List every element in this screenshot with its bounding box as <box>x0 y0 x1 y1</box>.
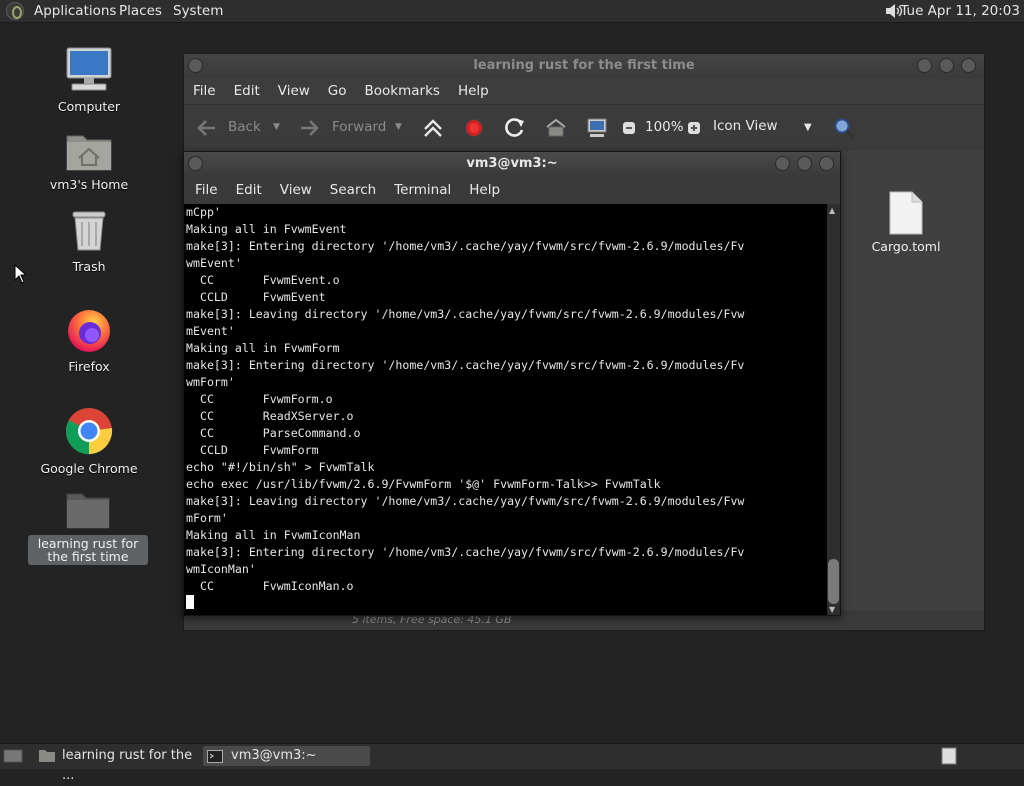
task-label: learning rust for the ... <box>62 748 193 783</box>
file-item[interactable]: Cargo.toml <box>861 191 951 254</box>
desktop-icon-computer[interactable]: Computer <box>29 46 149 114</box>
window-menu-button[interactable] <box>188 58 203 73</box>
stop-icon[interactable] <box>464 118 484 138</box>
desktop-icon-home[interactable]: vm3's Home <box>29 128 149 192</box>
minimize-button[interactable] <box>775 156 790 171</box>
window-title[interactable]: vm3@vm3:~ <box>184 152 840 176</box>
menu-view[interactable]: View <box>269 78 319 104</box>
menu-view[interactable]: View <box>271 176 321 204</box>
desktop-icon-rust-folder[interactable]: learning rust for the first time <box>28 490 148 565</box>
window-title[interactable]: learning rust for the first time <box>184 54 984 78</box>
menu-system[interactable]: System <box>173 0 223 22</box>
zoom-in-icon[interactable] <box>687 121 701 135</box>
trash-applet-icon[interactable] <box>940 747 958 765</box>
desktop-icon-label: Firefox <box>68 359 110 374</box>
panel-clock[interactable]: Tue Apr 11, 20:03 <box>900 0 1020 22</box>
menu-help[interactable]: Help <box>460 176 509 204</box>
taskbar-item-terminal[interactable]: vm3@vm3:~ <box>203 746 370 766</box>
desktop-icon-label: vm3's Home <box>49 177 129 192</box>
forward-history-dropdown[interactable]: ▼ <box>395 122 402 132</box>
folder-icon <box>39 750 55 762</box>
menu-terminal[interactable]: Terminal <box>385 176 460 204</box>
search-icon[interactable] <box>833 117 855 139</box>
mouse-pointer-icon <box>14 264 26 284</box>
menu-go[interactable]: Go <box>319 78 356 104</box>
home-icon[interactable] <box>545 118 567 138</box>
desktop-icon-trash[interactable]: Trash <box>29 208 149 274</box>
reload-icon[interactable] <box>504 117 526 139</box>
terminal-cursor <box>186 595 194 609</box>
menu-search[interactable]: Search <box>321 176 385 204</box>
terminal-icon <box>207 750 223 763</box>
menu-file[interactable]: File <box>184 78 225 104</box>
terminal-window: vm3@vm3:~ File Edit View Search Terminal Help… <box>183 151 841 616</box>
toolbar: Back ▼ Forward ▼ 100% Icon View ▼ <box>184 104 984 151</box>
menu-places[interactable]: Places <box>119 0 162 22</box>
desktop-icon-label: Google Chrome <box>40 461 138 476</box>
back-history-dropdown[interactable]: ▼ <box>273 122 280 132</box>
forward-button[interactable]: Forward <box>332 119 386 135</box>
maximize-button[interactable] <box>797 156 812 171</box>
up-arrow-icon[interactable] <box>422 118 444 138</box>
close-button[interactable] <box>819 156 834 171</box>
task-label: vm3@vm3:~ <box>231 748 317 763</box>
back-button[interactable]: Back <box>228 119 261 135</box>
view-mode-select[interactable]: Icon View <box>713 118 778 134</box>
menubar: File Edit View Go Bookmarks Help <box>184 78 984 104</box>
text-file-icon <box>889 191 923 235</box>
menu-edit[interactable]: Edit <box>227 176 271 204</box>
folder-icon <box>66 493 110 529</box>
computer-icon[interactable] <box>586 117 608 139</box>
window-menu-button[interactable] <box>188 156 203 171</box>
menu-help[interactable]: Help <box>449 78 498 104</box>
terminal-scrollbar[interactable]: ▲ ▼ <box>827 204 840 615</box>
menu-applications[interactable]: Applications <box>34 0 116 22</box>
menu-bookmarks[interactable]: Bookmarks <box>356 78 449 104</box>
zoom-out-icon[interactable] <box>622 121 636 135</box>
bottom-panel: learning rust for the ... vm3@vm3:~ <box>0 743 1024 783</box>
back-arrow-icon <box>197 120 215 136</box>
desktop-icon-chrome[interactable]: Google Chrome <box>29 406 149 476</box>
firefox-icon <box>68 310 110 352</box>
menubar: File Edit View Search Terminal Help <box>184 176 840 204</box>
terminal-output[interactable]: mCpp' Making all in FvwmEvent make[3]: E… <box>184 204 827 615</box>
desktop-icon-label: learning rust for the first time <box>28 535 148 565</box>
minimize-button[interactable] <box>917 58 932 73</box>
file-name: Cargo.toml <box>871 239 941 254</box>
home-folder-icon <box>66 135 112 171</box>
distro-logo-icon[interactable] <box>6 2 24 20</box>
maximize-button[interactable] <box>939 58 954 73</box>
scroll-thumb[interactable] <box>828 559 839 604</box>
desktop-icon-label: Trash <box>72 259 106 274</box>
scroll-down-arrow-icon[interactable]: ▼ <box>829 605 835 614</box>
chrome-icon <box>65 408 113 455</box>
top-panel: Applications Places System Tue Apr 11, 2… <box>0 0 1024 23</box>
show-desktop-icon[interactable] <box>3 748 23 764</box>
forward-arrow-icon <box>301 120 319 136</box>
view-mode-dropdown[interactable]: ▼ <box>804 122 812 133</box>
desktop-icon-label: Computer <box>57 99 121 114</box>
taskbar-item-file-manager[interactable]: learning rust for the ... <box>36 746 198 783</box>
zoom-level[interactable]: 100% <box>645 119 684 135</box>
close-button[interactable] <box>961 58 976 73</box>
desktop-icon-firefox[interactable]: Firefox <box>29 306 149 374</box>
scroll-up-arrow-icon[interactable]: ▲ <box>829 206 835 215</box>
menu-edit[interactable]: Edit <box>225 78 269 104</box>
terminal-lines: mCpp' Making all in FvwmEvent make[3]: E… <box>186 205 745 593</box>
trash-icon <box>72 211 106 251</box>
menu-file[interactable]: File <box>186 176 227 204</box>
computer-icon <box>66 47 112 91</box>
